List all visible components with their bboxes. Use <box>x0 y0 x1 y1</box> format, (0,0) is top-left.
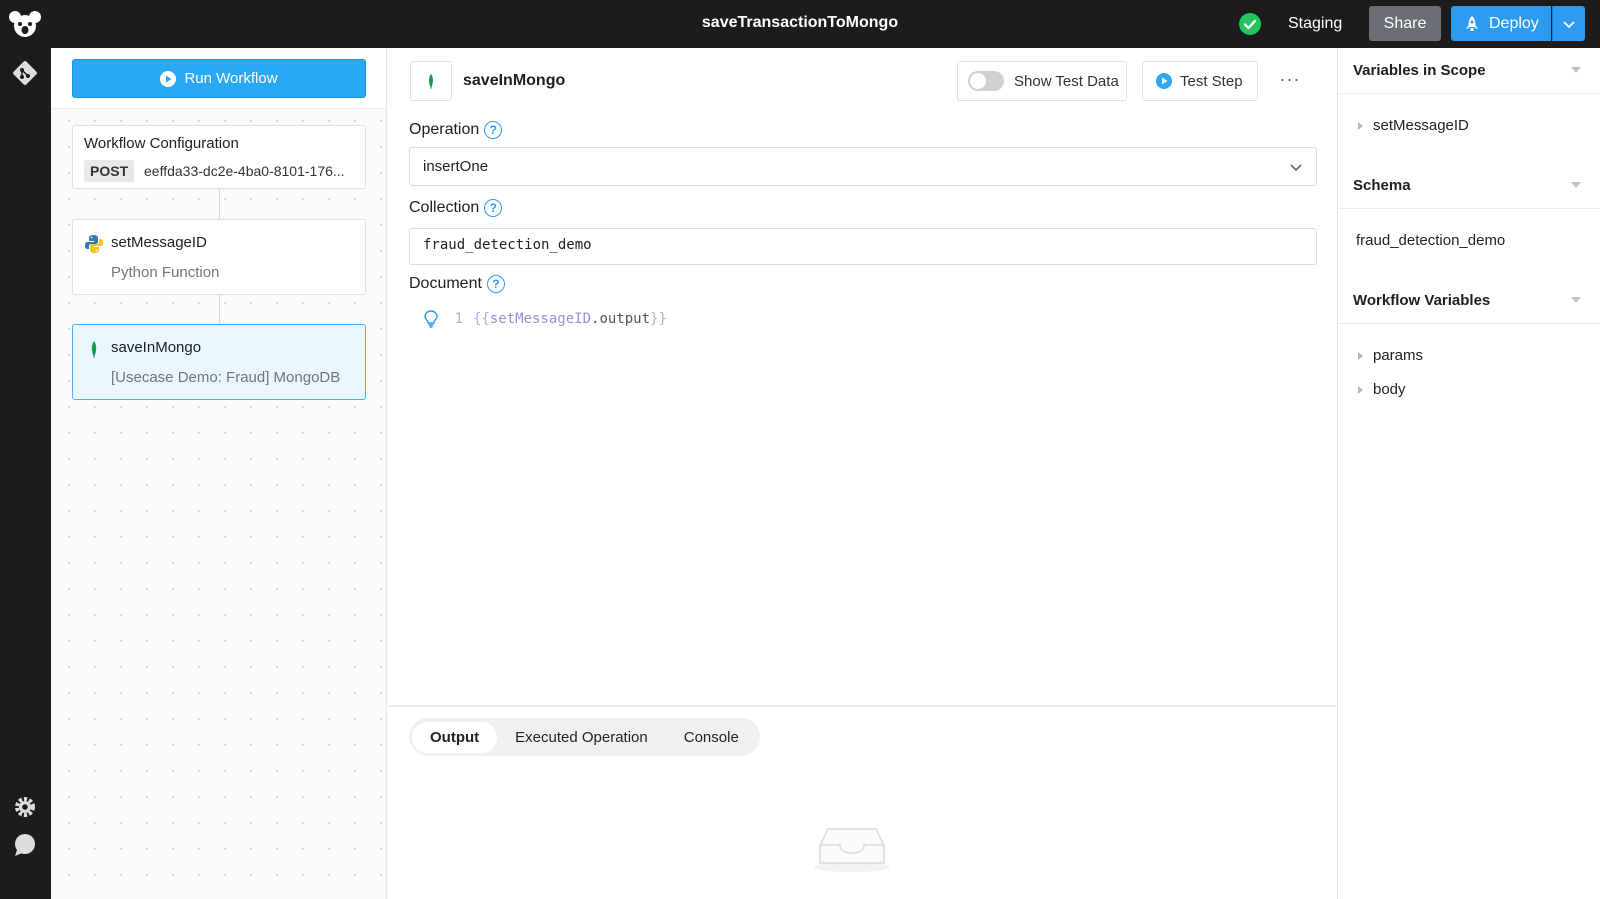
section-title: Variables in Scope <box>1353 62 1486 79</box>
node-subtitle: Python Function <box>111 264 220 281</box>
connector-line <box>219 295 220 324</box>
koala-logo-icon[interactable] <box>8 8 42 40</box>
operation-value: insertOne <box>423 158 489 175</box>
operation-field-label: Operation ? <box>409 121 503 139</box>
workflow-panel: Run Workflow Workflow Configuration POST… <box>51 48 387 899</box>
operation-select[interactable]: insertOne <box>409 147 1317 186</box>
run-workflow-label: Run Workflow <box>184 70 278 87</box>
output-panel: Output Executed Operation Console <box>388 705 1336 899</box>
mongodb-leaf-icon <box>91 341 97 358</box>
help-icon[interactable]: ? <box>484 121 503 139</box>
workflow-title: saveTransactionToMongo <box>701 14 899 31</box>
expand-triangle-icon <box>1358 351 1363 360</box>
collection-field-label: Collection ? <box>409 199 503 217</box>
schema-header[interactable]: Schema <box>1338 163 1600 209</box>
workflow-configuration-node[interactable]: Workflow Configuration POST eeffda33-dc2… <box>72 125 366 189</box>
code-brace-close: }} <box>650 311 667 327</box>
collection-label: Collection <box>409 199 480 216</box>
section-title: Schema <box>1353 177 1411 194</box>
config-title: Workflow Configuration <box>84 135 239 152</box>
chevron-down-icon <box>1290 164 1302 172</box>
right-sidebar: Variables in Scope setMessageID Schema f… <box>1337 48 1600 899</box>
share-button[interactable]: Share <box>1369 6 1441 41</box>
document-label: Document <box>409 275 482 292</box>
caret-down-icon <box>1571 297 1581 303</box>
document-code-editor[interactable]: 1 {{setMessageID.output}} <box>423 310 667 328</box>
schema-value[interactable]: fraud_detection_demo <box>1356 232 1505 249</box>
workflow-variables-header[interactable]: Workflow Variables <box>1338 278 1600 324</box>
caret-down-icon <box>1571 67 1581 73</box>
lightbulb-icon[interactable] <box>423 310 439 328</box>
tree-item-body[interactable]: body <box>1358 381 1406 398</box>
run-area: Run Workflow <box>51 48 386 109</box>
operation-label: Operation <box>409 121 480 138</box>
tab-executed-operation[interactable]: Executed Operation <box>497 722 666 753</box>
line-number: 1 <box>454 311 463 327</box>
chat-icon[interactable] <box>12 832 38 858</box>
play-icon <box>1156 73 1172 89</box>
more-options-icon[interactable]: ··· <box>1275 68 1305 94</box>
deploy-dropdown-button[interactable] <box>1552 6 1585 41</box>
chevron-down-icon <box>1563 20 1575 28</box>
step-editor: saveInMongo Show Test Data Test Step ···… <box>388 48 1336 899</box>
tree-item-label: body <box>1373 381 1406 398</box>
tree-item-setmessageid[interactable]: setMessageID <box>1358 117 1469 134</box>
left-rail <box>0 48 51 899</box>
tree-item-label: setMessageID <box>1373 117 1469 134</box>
git-icon[interactable] <box>12 60 38 86</box>
section-title: Workflow Variables <box>1353 292 1491 309</box>
environment-label[interactable]: Staging <box>1288 15 1342 33</box>
node-title: saveInMongo <box>111 339 202 356</box>
deploy-button[interactable]: Deploy <box>1451 6 1551 41</box>
deploy-label: Deploy <box>1489 14 1539 32</box>
empty-inbox-icon <box>814 828 890 872</box>
toggle-switch[interactable] <box>968 71 1004 91</box>
node-setmessageid[interactable]: setMessageID Python Function <box>72 219 366 295</box>
caret-down-icon <box>1571 182 1581 188</box>
code-property: .output <box>591 311 651 327</box>
python-icon <box>85 235 103 253</box>
tab-console[interactable]: Console <box>666 722 757 753</box>
expand-triangle-icon <box>1358 385 1363 394</box>
help-icon[interactable]: ? <box>484 199 503 217</box>
step-icon-box <box>410 61 452 101</box>
endpoint-id: eeffda33-dc2e-4ba0-8101-176... <box>144 163 345 179</box>
settings-gear-icon[interactable] <box>12 794 38 820</box>
run-workflow-button[interactable]: Run Workflow <box>72 59 366 98</box>
node-title: setMessageID <box>111 234 207 251</box>
output-tabs: Output Executed Operation Console <box>409 718 760 756</box>
step-name[interactable]: saveInMongo <box>463 72 565 90</box>
test-step-button[interactable]: Test Step <box>1142 61 1258 101</box>
http-method-badge: POST <box>84 160 135 182</box>
node-subtitle: [Usecase Demo: Fraud] MongoDB <box>111 369 341 386</box>
tree-item-params[interactable]: params <box>1358 347 1423 364</box>
show-test-data-label: Show Test Data <box>1014 72 1119 90</box>
expand-triangle-icon <box>1358 121 1363 130</box>
node-saveinmongo[interactable]: saveInMongo [Usecase Demo: Fraud] MongoD… <box>72 324 366 400</box>
variables-in-scope-header[interactable]: Variables in Scope <box>1338 48 1600 94</box>
collection-input[interactable]: fraud_detection_demo <box>409 228 1317 265</box>
code-content: {{setMessageID.output}} <box>473 311 667 327</box>
connector-line <box>219 189 220 219</box>
tab-output[interactable]: Output <box>412 721 498 753</box>
mongodb-leaf-icon <box>428 73 434 90</box>
code-brace-open: {{ <box>473 311 490 327</box>
status-check-icon <box>1239 13 1261 35</box>
top-bar: saveTransactionToMongo Staging Share Dep… <box>0 0 1600 48</box>
document-field-label: Document ? <box>409 275 505 293</box>
show-test-data-toggle[interactable]: Show Test Data <box>957 61 1127 101</box>
test-step-label: Test Step <box>1180 72 1243 90</box>
play-icon <box>160 70 177 87</box>
rocket-icon <box>1466 15 1478 31</box>
tree-item-label: params <box>1373 347 1424 364</box>
code-variable: setMessageID <box>489 311 592 327</box>
help-icon[interactable]: ? <box>486 275 505 293</box>
